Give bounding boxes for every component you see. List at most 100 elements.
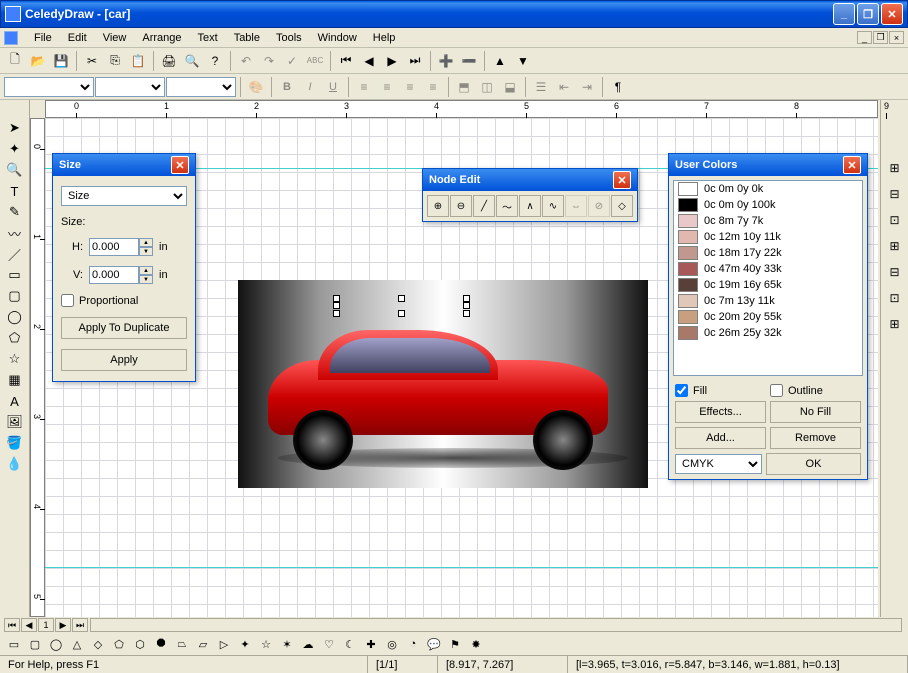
selection-handle[interactable]	[333, 295, 340, 302]
remove-page-button[interactable]: ➖	[458, 50, 480, 72]
node-sym-button[interactable]: ⇔	[565, 195, 587, 217]
node-curve-button[interactable]: 〜	[496, 195, 518, 217]
line-tool[interactable]: ／	[4, 244, 26, 264]
proportional-check[interactable]	[61, 294, 74, 307]
undo-button[interactable]: ↶	[235, 50, 257, 72]
selection-handle[interactable]	[463, 302, 470, 309]
v-spin-down[interactable]: ▼	[139, 275, 153, 284]
selection-handle[interactable]	[463, 310, 470, 317]
copy-button[interactable]: ⎘	[104, 50, 126, 72]
node-edit-panel[interactable]: Node Edit ✕ ⊕ ⊖ ╱ 〜 ∧ ∿ ⇔ ⊘ ◇	[422, 168, 638, 222]
shape-bubble[interactable]: 💬	[424, 635, 444, 653]
shape-ellipse[interactable]: ◯	[46, 635, 66, 653]
align-tool-3[interactable]: ⊡	[884, 210, 906, 230]
selection-handle[interactable]	[398, 310, 405, 317]
color-item[interactable]: 0c 19m 16y 65k	[674, 277, 862, 293]
close-button[interactable]: ✕	[881, 3, 903, 25]
eyedrop-tool[interactable]: 💧	[4, 454, 26, 474]
shape-star6[interactable]: ✶	[277, 635, 297, 653]
color-item[interactable]: 0c 18m 17y 22k	[674, 245, 862, 261]
valign-top-button[interactable]: ⬒	[453, 76, 475, 98]
cut-button[interactable]: ✂	[81, 50, 103, 72]
fill-check[interactable]	[675, 384, 688, 397]
new-button[interactable]: 🗋	[4, 50, 26, 72]
shape-pent[interactable]: ⬠	[109, 635, 129, 653]
node-tool[interactable]: ✦	[4, 139, 26, 159]
shape-trap[interactable]: ⏢	[172, 635, 192, 653]
node-line-button[interactable]: ╱	[473, 195, 495, 217]
abc-button[interactable]: ABC	[304, 50, 326, 72]
italic-button[interactable]: I	[299, 76, 321, 98]
shape-ring[interactable]: ◎	[382, 635, 402, 653]
shape-para[interactable]: ▱	[193, 635, 213, 653]
page-nav-last[interactable]: ⏭	[72, 618, 88, 632]
add-color-button[interactable]: Add...	[675, 427, 766, 449]
redo-button[interactable]: ↷	[258, 50, 280, 72]
color-item[interactable]: 0c 12m 10y 11k	[674, 229, 862, 245]
color-mode-combo[interactable]: CMYK	[675, 454, 762, 474]
h-input[interactable]	[89, 238, 139, 256]
page-nav-prev[interactable]: ◀	[21, 618, 37, 632]
align-right-button[interactable]: ≡	[399, 76, 421, 98]
menu-arrange[interactable]: Arrange	[134, 30, 189, 46]
node-del-button[interactable]: ⊖	[450, 195, 472, 217]
selection-handle[interactable]	[333, 310, 340, 317]
preview-button[interactable]: 🔍	[181, 50, 203, 72]
bold-button[interactable]: B	[276, 76, 298, 98]
shape-star5[interactable]: ☆	[256, 635, 276, 653]
shape-oct[interactable]: ⯃	[151, 635, 171, 653]
align-justify-button[interactable]: ≡	[422, 76, 444, 98]
textframe-tool[interactable]: A	[4, 391, 26, 411]
color-item[interactable]: 0c 26m 25y 32k	[674, 325, 862, 341]
color-item[interactable]: 0c 0m 0y 0k	[674, 181, 862, 197]
bezier-tool[interactable]: 〰	[4, 223, 26, 243]
first-page-button[interactable]: ⏮	[335, 50, 357, 72]
apply-button[interactable]: Apply	[61, 349, 187, 371]
indent-dec-button[interactable]: ⇤	[553, 76, 575, 98]
node-panel-title[interactable]: Node Edit ✕	[423, 169, 637, 191]
shape-rrect[interactable]: ▢	[25, 635, 45, 653]
page-nav-next[interactable]: ▶	[55, 618, 71, 632]
size-panel-close[interactable]: ✕	[171, 156, 189, 174]
user-colors-panel[interactable]: User Colors ✕ 0c 0m 0y 0k0c 0m 0y 100k0c…	[668, 153, 868, 480]
car-image-object[interactable]	[238, 280, 648, 488]
print-button[interactable]: 🖨	[158, 50, 180, 72]
shape-arrow[interactable]: ▷	[214, 635, 234, 653]
menu-text[interactable]: Text	[190, 30, 226, 46]
node-smooth-button[interactable]: ∿	[542, 195, 564, 217]
outline-check[interactable]	[770, 384, 783, 397]
shape-burst[interactable]: ✸	[466, 635, 486, 653]
image-tool[interactable]: 🖼	[4, 412, 26, 432]
align-center-button[interactable]: ≡	[376, 76, 398, 98]
color-item[interactable]: 0c 0m 0y 100k	[674, 197, 862, 213]
selection-handle[interactable]	[333, 302, 340, 309]
shape-tri[interactable]: △	[67, 635, 87, 653]
v-spin-up[interactable]: ▲	[139, 266, 153, 275]
colors-list[interactable]: 0c 0m 0y 0k0c 0m 0y 100k0c 8m 7y 7k0c 12…	[673, 180, 863, 376]
align-tool-2[interactable]: ⊟	[884, 184, 906, 204]
node-close-button[interactable]: ◇	[611, 195, 633, 217]
polygon-tool[interactable]: ⬠	[4, 328, 26, 348]
remove-color-button[interactable]: Remove	[770, 427, 861, 449]
selection-handle[interactable]	[463, 295, 470, 302]
page-nav-first[interactable]: ⏮	[4, 618, 20, 632]
shape-banner[interactable]: ⚑	[445, 635, 465, 653]
node-cusp-button[interactable]: ∧	[519, 195, 541, 217]
page-down-button[interactable]: ▼	[512, 50, 534, 72]
next-page-button[interactable]: ▶	[381, 50, 403, 72]
apply-duplicate-button[interactable]: Apply To Duplicate	[61, 317, 187, 339]
bullets-button[interactable]: ☰	[530, 76, 552, 98]
spell-button[interactable]: ✓	[281, 50, 303, 72]
shape-heart[interactable]: ♡	[319, 635, 339, 653]
colors-panel-title[interactable]: User Colors ✕	[669, 154, 867, 176]
style-combo[interactable]	[166, 77, 236, 97]
menu-window[interactable]: Window	[310, 30, 365, 46]
align-tool-1[interactable]: ⊞	[884, 158, 906, 178]
fill-tool[interactable]: 🪣	[4, 433, 26, 453]
maximize-button[interactable]: ❐	[857, 3, 879, 25]
freehand-tool[interactable]: ✎	[4, 202, 26, 222]
align-tool-7[interactable]: ⊞	[884, 314, 906, 334]
shape-cloud[interactable]: ☁	[298, 635, 318, 653]
menu-view[interactable]: View	[95, 30, 135, 46]
align-tool-4[interactable]: ⊞	[884, 236, 906, 256]
